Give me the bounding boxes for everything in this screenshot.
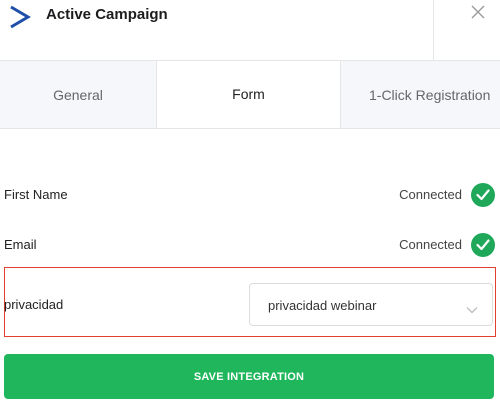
tab-form[interactable]: Form (157, 61, 340, 128)
close-button[interactable] (434, 0, 500, 60)
tab-bar: General Form 1-Click Registration (0, 60, 500, 129)
modal-header: Active Campaign (0, 0, 500, 60)
chevron-down-icon (466, 301, 478, 319)
connected-check-icon (471, 233, 495, 257)
connection-status: Connected (399, 187, 462, 202)
tab-1-click-registration[interactable]: 1-Click Registration (340, 61, 500, 128)
field-label: First Name (4, 187, 68, 202)
active-campaign-logo-icon (6, 4, 32, 30)
connection-status: Connected (399, 237, 462, 252)
field-label: Email (4, 237, 37, 252)
integration-title: Active Campaign (46, 6, 168, 23)
field-row-email: Email Connected (0, 230, 500, 260)
privacy-field-label: privacidad (4, 297, 64, 312)
tab-general[interactable]: General (0, 61, 157, 128)
privacy-select-value: privacidad webinar (268, 298, 377, 313)
save-integration-button[interactable]: SAVE INTEGRATION (4, 354, 494, 399)
privacy-select[interactable]: privacidad webinar (249, 283, 493, 326)
field-row-first-name: First Name Connected (0, 180, 500, 210)
connected-check-icon (471, 183, 495, 207)
